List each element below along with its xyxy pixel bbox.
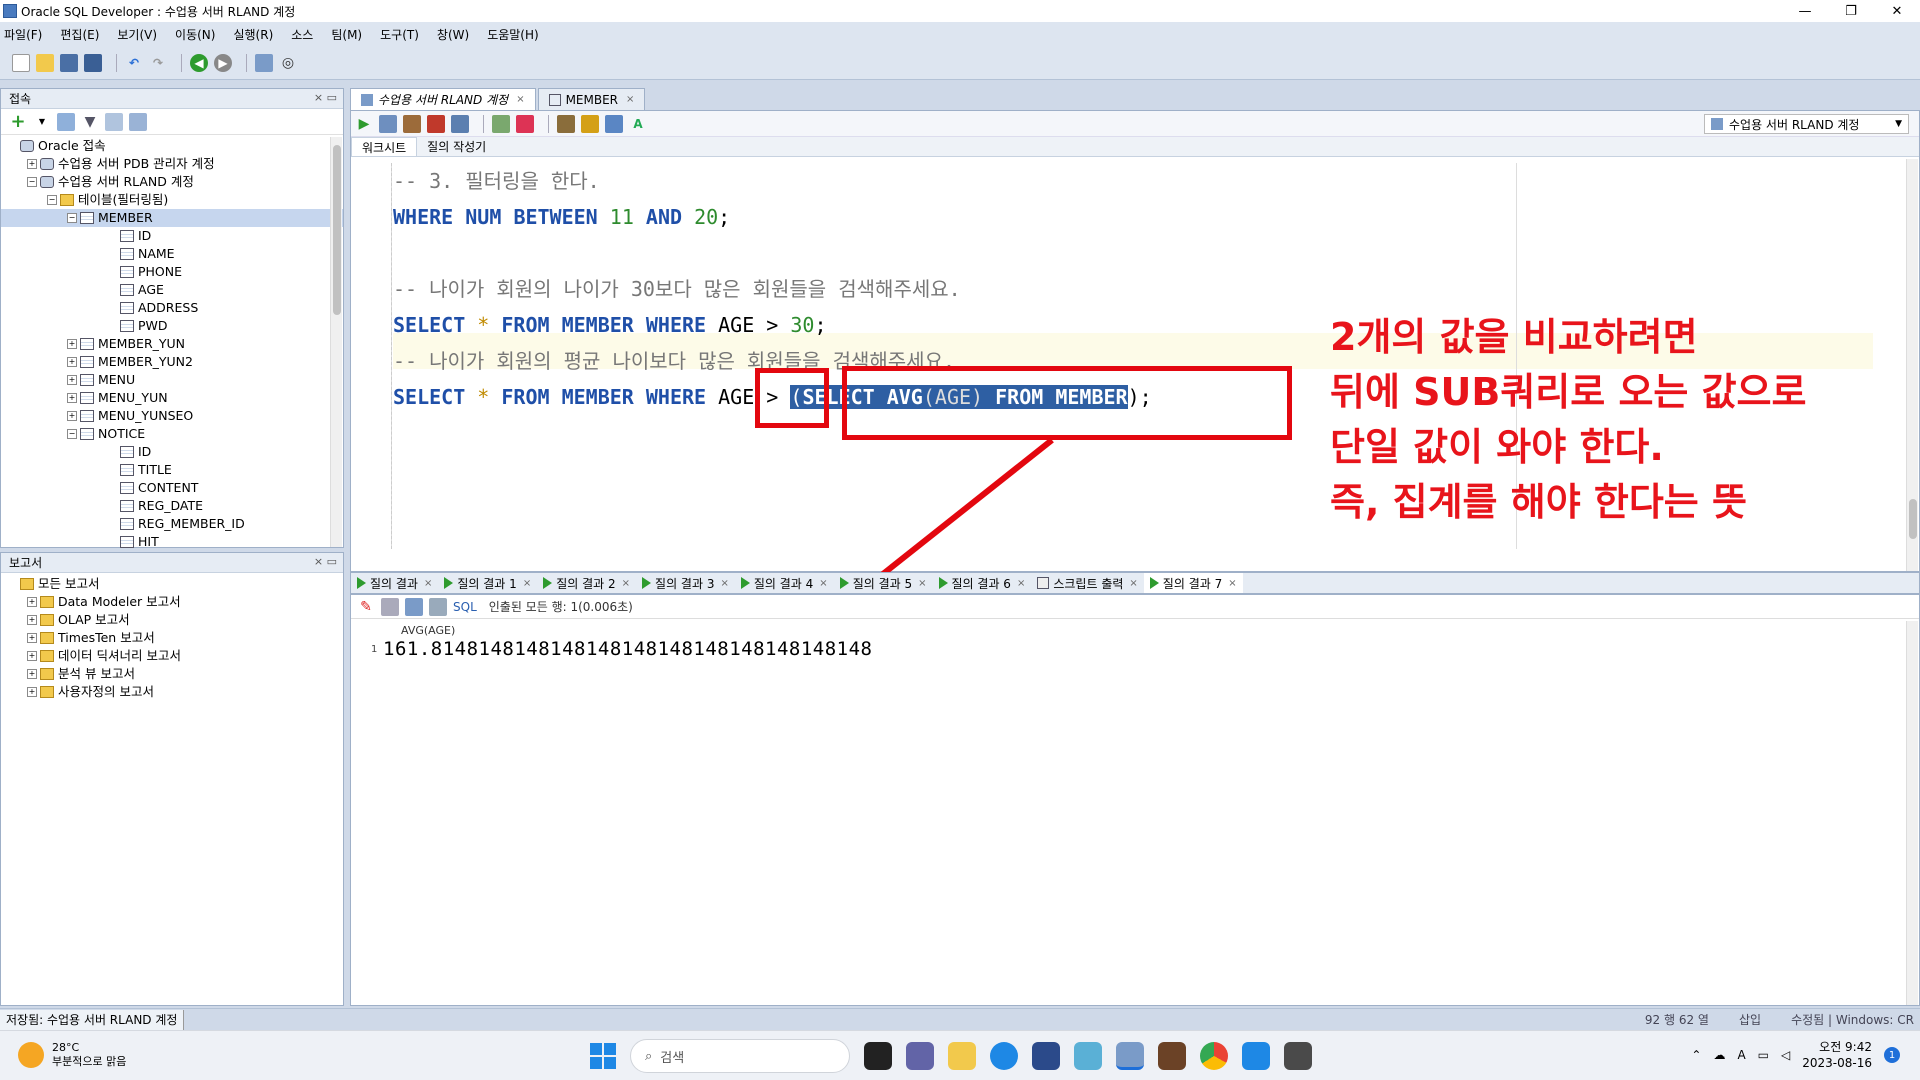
result-grid: AVG(AGE) 1 161.8148148148148148148148148… (371, 625, 873, 661)
play-icon (938, 577, 948, 589)
time: 오전 9:42 (1819, 1040, 1872, 1054)
column-header-avg-age[interactable]: AVG(AGE) (371, 625, 873, 637)
tab-query-result-1[interactable]: 질의 결과 1 × (438, 573, 537, 593)
notification-badge[interactable]: 1 (1884, 1047, 1900, 1063)
task-view-icon[interactable] (864, 1042, 892, 1070)
weather-widget[interactable]: 28°C 부분적으로 맑음 (18, 1041, 126, 1069)
close-tab-icon[interactable]: × (819, 578, 827, 589)
tab-query-result-6[interactable]: 질의 결과 6 × (933, 573, 1032, 593)
display-icon[interactable]: ▭ (1758, 1048, 1769, 1062)
print-icon[interactable] (381, 597, 399, 616)
edge-icon[interactable] (990, 1042, 1018, 1070)
weather-desc: 부분적으로 맑음 (52, 1055, 127, 1068)
play-icon (543, 577, 553, 589)
chevron-up-icon[interactable]: ⌃ (1691, 1048, 1701, 1062)
status-right: 92 행 62 열 삽입 수정됨 | Windows: CR (1645, 1011, 1914, 1028)
fetch-status: 인출된 모든 행: 1(0.006초) (488, 600, 633, 614)
row-number: 1 (371, 643, 378, 655)
teams-icon[interactable] (906, 1042, 934, 1070)
result-tab-strip: 질의 결과 × 질의 결과 1 × 질의 결과 2 × 질의 결과 3 × 질의 결과 … (350, 572, 1920, 594)
play-icon (839, 577, 849, 589)
play-icon (740, 577, 750, 589)
pin-icon[interactable]: ✎ (357, 598, 375, 616)
app-icon[interactable] (1158, 1042, 1186, 1070)
play-icon (444, 577, 454, 589)
file-explorer-icon[interactable] (948, 1042, 976, 1070)
export-icon[interactable] (429, 597, 447, 616)
insert-mode: 삽입 (1738, 1013, 1762, 1027)
app-icon[interactable] (1074, 1042, 1102, 1070)
close-tab-icon[interactable]: × (1017, 578, 1025, 589)
result-cell-avg-age[interactable]: 161.814814814814814814814814814814814814… (383, 638, 873, 660)
status-bar: 저장됨: 수업용 서버 RLAND 계정 92 행 62 열 삽입 수정됨 | … (0, 1008, 1920, 1030)
close-tab-icon[interactable]: × (523, 578, 531, 589)
result-scrollbar[interactable] (1906, 621, 1918, 1005)
sql-link[interactable]: SQL (453, 600, 477, 614)
tab-query-result-5[interactable]: 질의 결과 5 × (834, 573, 933, 593)
cursor-position: 92 행 62 열 (1644, 1013, 1709, 1027)
result-toolbar: ✎ SQL 인출된 모든 행: 1(0.006초) (351, 595, 1919, 619)
system-tray: ⌃ ☁ A ▭ ◁ 오전 9:42 2023-08-16 1 (1691, 1039, 1900, 1071)
clock[interactable]: 오전 9:42 2023-08-16 (1802, 1039, 1872, 1071)
date: 2023-08-16 (1802, 1056, 1872, 1070)
close-tab-icon[interactable]: × (720, 578, 728, 589)
close-tab-icon[interactable]: × (918, 578, 926, 589)
sqldeveloper-taskbar-icon[interactable] (1116, 1042, 1144, 1070)
refresh-icon[interactable] (405, 597, 423, 616)
script-icon (1037, 577, 1050, 589)
network-icon[interactable]: ☁ (1713, 1048, 1725, 1062)
tab-query-result-3[interactable]: 질의 결과 3 × (636, 573, 735, 593)
temperature: 28°C (52, 1041, 80, 1054)
calculator-icon[interactable] (1284, 1042, 1312, 1070)
close-tab-icon[interactable]: × (622, 578, 630, 589)
windows-taskbar: 28°C 부분적으로 맑음 ⌕ 검색 ⌃ ☁ A ▭ ◁ 오전 9:42 202… (0, 1030, 1920, 1080)
search-placeholder: 검색 (660, 1050, 685, 1066)
vscode-icon[interactable] (1242, 1042, 1270, 1070)
tab-query-result-4[interactable]: 질의 결과 4 × (735, 573, 834, 593)
tab-query-result-2[interactable]: 질의 결과 2 × (537, 573, 636, 593)
status-saved: 저장됨: 수업용 서버 RLAND 계정 (0, 1009, 185, 1030)
chrome-icon[interactable] (1200, 1042, 1228, 1070)
tab-query-result[interactable]: 질의 결과 × (351, 573, 438, 593)
windows-start-icon[interactable] (590, 1043, 616, 1069)
taskbar-apps: ⌕ 검색 (590, 1039, 1312, 1073)
tab-query-result-7[interactable]: 질의 결과 7 × (1143, 573, 1243, 593)
close-tab-icon[interactable]: × (1129, 578, 1137, 589)
close-tab-icon[interactable]: × (1228, 578, 1236, 589)
modified-state: 수정됨 | Windows: CR (1791, 1013, 1914, 1027)
store-icon[interactable] (1032, 1042, 1060, 1070)
play-icon (357, 577, 366, 589)
tab-script-output[interactable]: 스크립트 출력 × (1031, 573, 1143, 593)
volume-icon[interactable]: ◁ (1781, 1048, 1790, 1062)
play-icon (1149, 577, 1159, 589)
ime-icon[interactable]: A (1737, 1048, 1745, 1062)
table-row[interactable]: 1 161.8148148148148148148148148148148148… (371, 637, 873, 661)
taskbar-search[interactable]: ⌕ 검색 (630, 1039, 850, 1073)
close-tab-icon[interactable]: × (424, 578, 432, 589)
sun-cloud-icon (18, 1042, 44, 1068)
query-result-panel: ✎ SQL 인출된 모든 행: 1(0.006초) AVG(AGE) 1 161… (350, 594, 1920, 1006)
search-icon: ⌕ (645, 1048, 653, 1064)
play-icon (642, 577, 652, 589)
